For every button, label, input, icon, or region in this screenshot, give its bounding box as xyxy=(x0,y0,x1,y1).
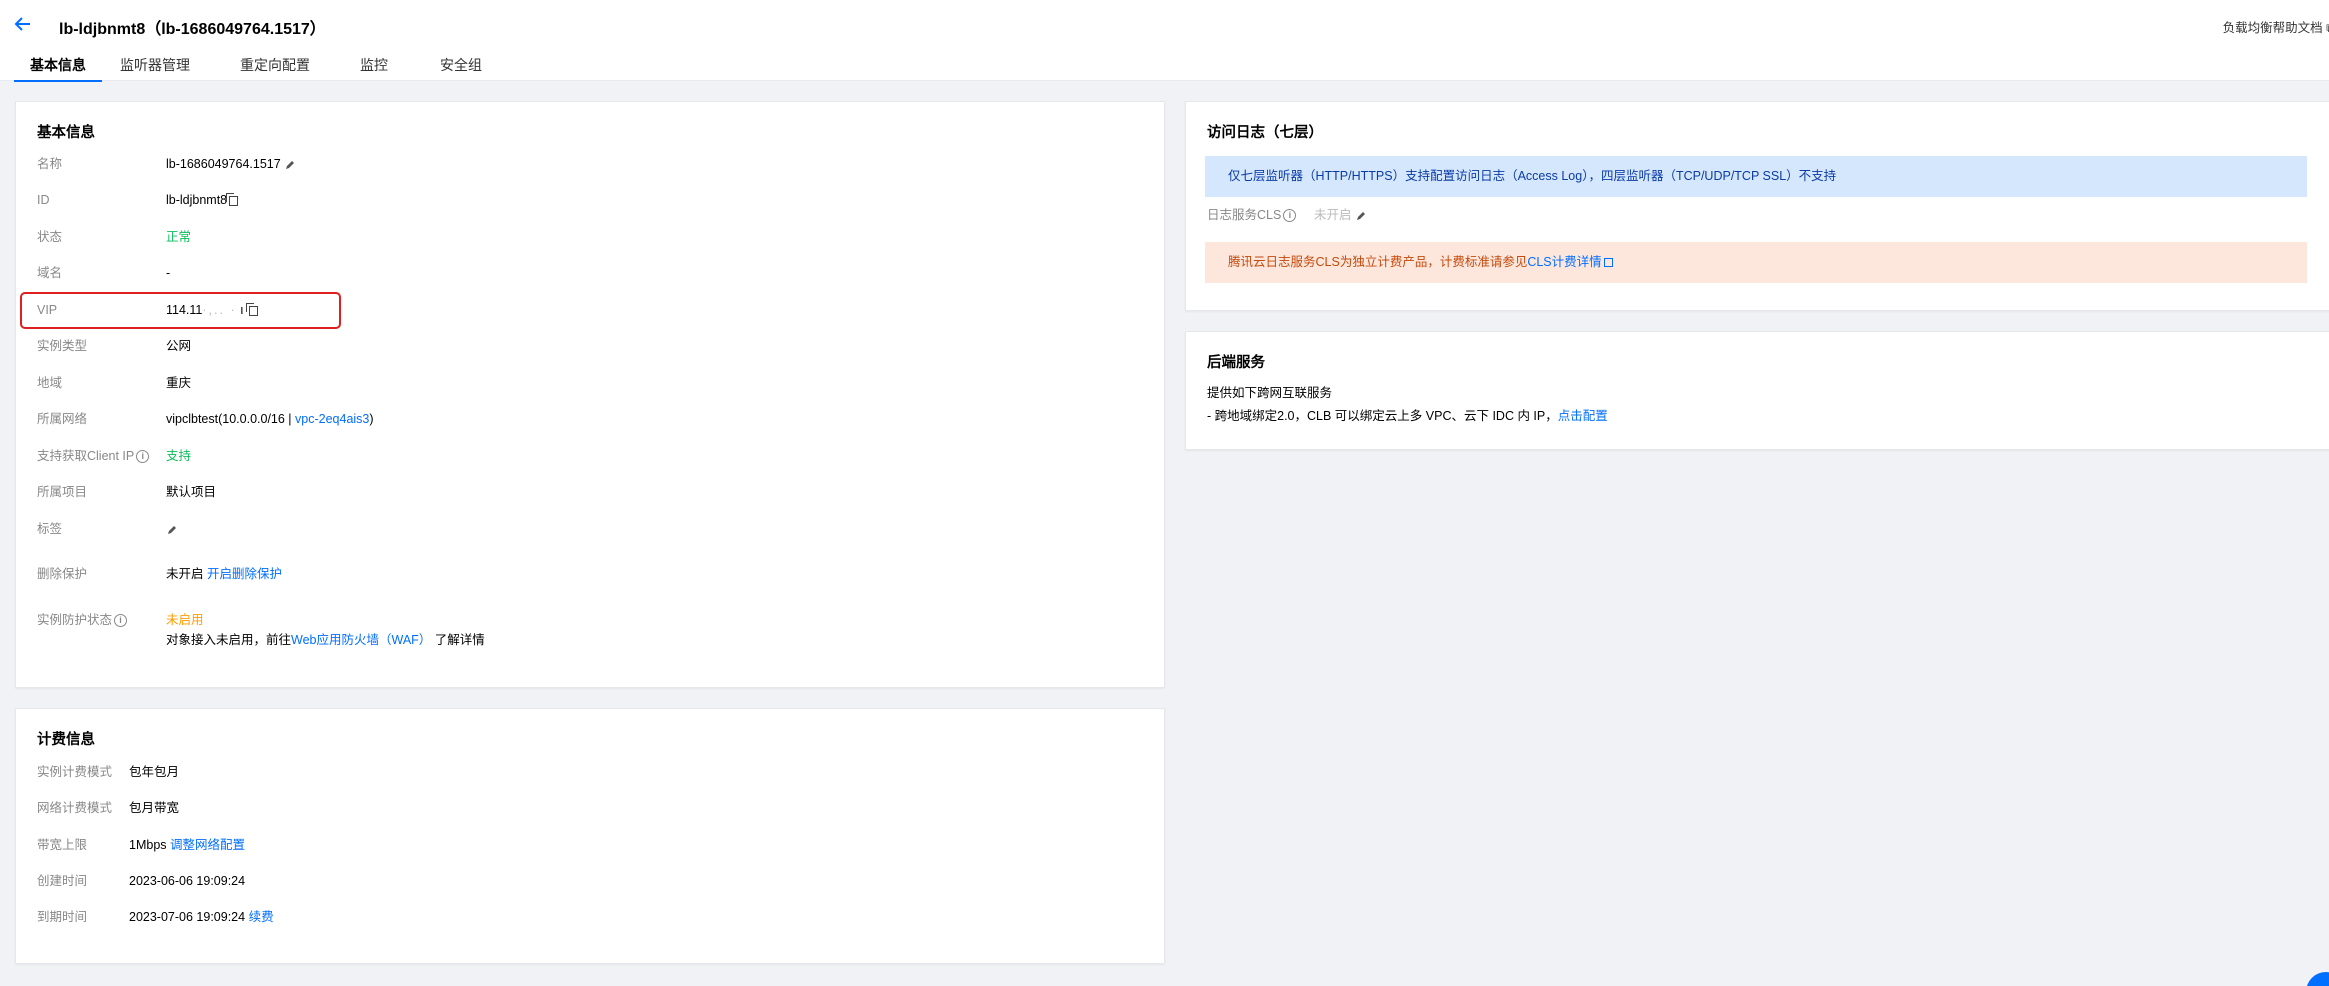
access-log-title: 访问日志（七层） xyxy=(1207,125,1323,141)
copy-icon[interactable] xyxy=(245,302,258,316)
billing-mode-value: 包年包月 xyxy=(129,765,180,779)
delete-protect-label: 删除保护 xyxy=(37,567,88,581)
page-title: lb-ldjbnmt8（lb-1686049764.1517） xyxy=(59,21,326,38)
external-link-icon: ⧉ xyxy=(2323,21,2329,35)
copy-icon[interactable] xyxy=(226,192,239,206)
billing-title: 计费信息 xyxy=(37,732,95,748)
net-billing-label: 网络计费模式 xyxy=(37,801,113,815)
id-value: lb-ldjbnmt8 xyxy=(166,193,228,207)
info-icon[interactable]: i xyxy=(114,614,128,628)
vip-label: VIP xyxy=(37,303,58,317)
backend-line-2-text: - 跨地域绑定2.0，CLB 可以绑定云上多 VPC、云下 IDC 内 IP， xyxy=(1207,409,1558,423)
tab-listener-management[interactable]: 监听器管理 xyxy=(120,54,190,81)
external-link-icon[interactable] xyxy=(1603,258,1613,268)
backend-line-2: - 跨地域绑定2.0，CLB 可以绑定云上多 VPC、云下 IDC 内 IP，点… xyxy=(1207,407,1608,425)
floating-help-button[interactable] xyxy=(2306,972,2329,986)
delete-protect-value: 未开启 xyxy=(166,567,204,581)
id-label: ID xyxy=(37,193,50,207)
created-label: 创建时间 xyxy=(37,874,88,888)
region-value: 重庆 xyxy=(166,376,192,390)
back-arrow-icon[interactable] xyxy=(13,14,33,34)
access-log-notice: 仅七层监听器（HTTP/HTTPS）支持配置访问日志（Access Log），四… xyxy=(1205,156,2307,197)
backend-line-1: 提供如下跨网互联服务 xyxy=(1207,386,1333,400)
protect-status-value: 未启用 xyxy=(166,613,204,627)
tab-security-group[interactable]: 安全组 xyxy=(440,54,482,81)
network-label: 所属网络 xyxy=(37,412,88,426)
created-value: 2023-06-06 19:09:24 xyxy=(129,874,246,888)
info-icon[interactable]: i xyxy=(136,450,150,464)
cls-billing-notice: 腾讯云日志服务CLS为独立计费产品，计费标准请参见CLS计费详情 xyxy=(1205,242,2307,283)
tab-basic-info[interactable]: 基本信息 xyxy=(14,54,102,82)
project-value: 默认项目 xyxy=(166,485,217,499)
status-value: 正常 xyxy=(166,230,192,244)
adjust-network-link[interactable]: 调整网络配置 xyxy=(170,838,245,852)
basic-info-title: 基本信息 xyxy=(37,125,95,141)
name-label: 名称 xyxy=(37,157,63,171)
tab-redirect-config[interactable]: 重定向配置 xyxy=(240,54,310,81)
edit-icon[interactable] xyxy=(166,524,178,536)
tab-bar: 基本信息 监听器管理 重定向配置 监控 安全组 xyxy=(14,54,482,82)
enable-delete-protect-link[interactable]: 开启删除保护 xyxy=(207,567,282,581)
project-label: 所属项目 xyxy=(37,485,88,499)
expire-value: 2023-07-06 19:09:24 xyxy=(129,910,246,924)
network-suffix: ) xyxy=(369,412,374,426)
bandwidth-value: 1Mbps xyxy=(129,838,167,852)
cls-label: 日志服务CLS xyxy=(1207,208,1282,222)
info-icon[interactable]: i xyxy=(1283,209,1297,223)
vip-value: 114.11 xyxy=(166,303,203,317)
waf-link[interactable]: Web应用防火墙（WAF） xyxy=(291,633,431,647)
client-ip-label: 支持获取Client IP xyxy=(37,449,135,463)
region-label: 地域 xyxy=(37,376,63,390)
access-log-card: 访问日志（七层） 仅七层监听器（HTTP/HTTPS）支持配置访问日志（Acce… xyxy=(1185,101,2329,311)
expire-label: 到期时间 xyxy=(37,910,88,924)
domain-label: 域名 xyxy=(37,266,63,280)
tags-label: 标签 xyxy=(37,522,63,536)
client-ip-value: 支持 xyxy=(166,449,192,463)
click-config-link[interactable]: 点击配置 xyxy=(1558,409,1608,423)
vip-masked: ·,.. · xyxy=(202,303,237,317)
vpc-link[interactable]: vpc-2eq4ais3 xyxy=(295,412,369,426)
bandwidth-label: 带宽上限 xyxy=(37,838,88,852)
domain-value: - xyxy=(166,266,171,280)
billing-card: 计费信息 实例计费模式 包年包月 网络计费模式 包月带宽 带宽上限 1Mbps … xyxy=(15,708,1165,964)
status-label: 状态 xyxy=(37,230,63,244)
cls-value: 未开启 xyxy=(1314,208,1352,222)
instance-type-value: 公网 xyxy=(166,339,192,353)
tab-monitoring[interactable]: 监控 xyxy=(360,54,388,81)
cls-billing-link[interactable]: CLS计费详情 xyxy=(1527,255,1601,269)
protect-status-label: 实例防护状态 xyxy=(37,613,113,627)
top-bar: lb-ldjbnmt8（lb-1686049764.1517） 负载均衡帮助文档… xyxy=(0,0,2329,82)
instance-type-label: 实例类型 xyxy=(37,339,88,353)
name-value: lb-1686049764.1517 xyxy=(166,157,281,171)
help-doc-link[interactable]: 负载均衡帮助文档 ⧉ xyxy=(2223,17,2329,36)
basic-info-card: 基本信息 名称 lb-1686049764.1517 ID lb-ldjbnmt… xyxy=(15,101,1165,688)
protect-desc-suffix: 了解详情 xyxy=(434,633,485,647)
network-value: vipclbtest(10.0.0.0/16 | xyxy=(166,412,296,426)
renew-link[interactable]: 续费 xyxy=(249,910,274,924)
protect-desc-row: 对象接入未启用，前往Web应用防火墙（WAF） 了解详情 xyxy=(166,631,485,649)
backend-service-card: 后端服务 提供如下跨网互联服务 - 跨地域绑定2.0，CLB 可以绑定云上多 V… xyxy=(1185,331,2329,450)
cls-billing-text: 腾讯云日志服务CLS为独立计费产品，计费标准请参见 xyxy=(1228,255,1528,269)
protect-desc-prefix: 对象接入未启用，前往 xyxy=(166,633,292,647)
backend-service-title: 后端服务 xyxy=(1207,355,1265,371)
net-billing-value: 包月带宽 xyxy=(129,801,180,815)
edit-icon[interactable] xyxy=(1355,210,1367,222)
vip-suffix: ı xyxy=(240,303,244,317)
edit-icon[interactable] xyxy=(284,159,296,171)
billing-mode-label: 实例计费模式 xyxy=(37,765,113,779)
